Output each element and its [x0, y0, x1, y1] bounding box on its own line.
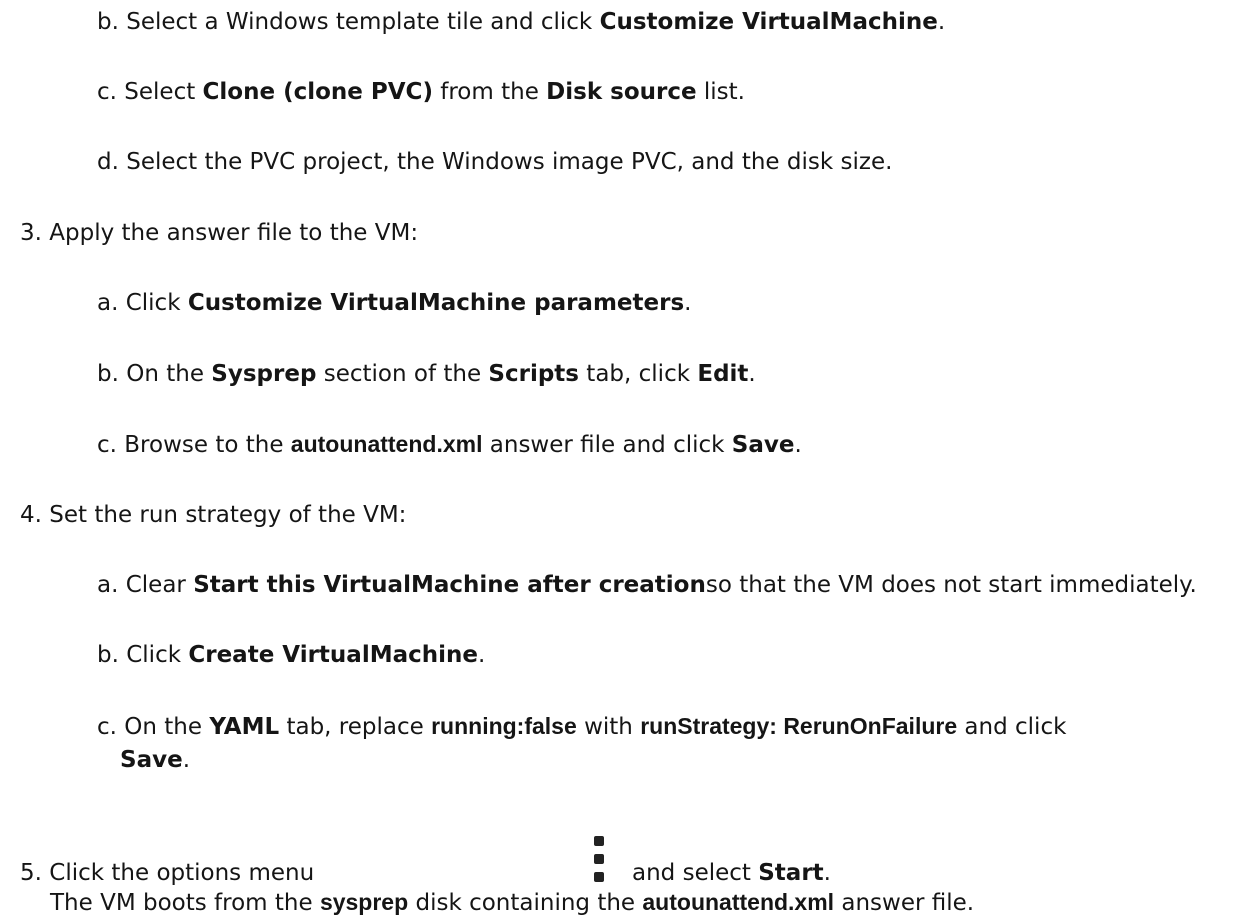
step-marker: b.	[97, 361, 119, 387]
ui-label: Save	[731, 432, 795, 458]
step-c-select-clone: c. Select Clone (clone PVC) from the Dis…	[97, 79, 745, 105]
step-marker: 5.	[20, 860, 42, 886]
step-marker: b.	[97, 642, 119, 668]
step-marker: c.	[97, 432, 117, 458]
ui-label: Clone (clone PVC)	[202, 79, 433, 105]
ui-label: Save	[120, 747, 183, 773]
kebab-menu-icon	[593, 836, 605, 882]
ui-label: Customize VirtualMachine	[599, 9, 938, 35]
code-literal: runStrategy: RerunOnFailure	[640, 713, 958, 739]
step-4a-clear-start: a. Clear Start this VirtualMachine after…	[97, 572, 1197, 598]
step-4b-create-vm: b. Click Create VirtualMachine.	[97, 642, 486, 668]
code-literal: autounattend.xml	[290, 431, 483, 457]
step-5-select-start: and select Start.	[632, 860, 831, 886]
step-marker: 4.	[20, 502, 42, 528]
step-marker: c.	[97, 79, 117, 105]
step-3c-browse-file: c. Browse to the autounattend.xml answer…	[97, 431, 802, 458]
step-marker: a.	[97, 572, 119, 598]
ui-label: Scripts	[488, 361, 579, 387]
ui-label: Disk source	[546, 79, 697, 105]
ui-label: Edit	[697, 361, 749, 387]
step-3b-sysprep-edit: b. On the Sysprep section of the Scripts…	[97, 361, 756, 387]
ui-label: Create VirtualMachine	[188, 642, 478, 668]
step-4c-yaml-replace: c. On the YAML tab, replace running:fals…	[97, 713, 1067, 740]
step-marker: a.	[97, 290, 119, 316]
step-d-select-pvc: d. Select the PVC project, the Windows i…	[97, 149, 893, 175]
step-marker: d.	[97, 149, 119, 175]
code-literal: sysprep	[319, 889, 409, 915]
step-marker: b.	[97, 9, 119, 35]
step-5-start-vm: 5. Click the options menu	[20, 860, 315, 886]
step-4c-continuation: Save.	[120, 747, 190, 773]
step-marker: c.	[97, 714, 117, 740]
ui-label: Sysprep	[211, 361, 317, 387]
ui-label: Customize VirtualMachine parameters	[187, 290, 685, 316]
step-3-apply-answer-file: 3. Apply the answer file to the VM:	[20, 220, 419, 246]
step-3a-customize-params: a. Click Customize VirtualMachine parame…	[97, 290, 692, 316]
code-literal: autounattend.xml	[642, 889, 835, 915]
ui-label: YAML	[209, 714, 280, 740]
step-4-run-strategy: 4. Set the run strategy of the VM:	[20, 502, 407, 528]
ui-label: Start this VirtualMachine after creation	[193, 572, 706, 598]
code-literal: running:false	[431, 713, 577, 739]
step-5-result: The VM boots from the sysprep disk conta…	[50, 889, 975, 916]
step-marker: 3.	[20, 220, 42, 246]
ui-label: Start	[758, 860, 824, 886]
step-b-select-template: b. Select a Windows template tile and cl…	[97, 9, 946, 35]
